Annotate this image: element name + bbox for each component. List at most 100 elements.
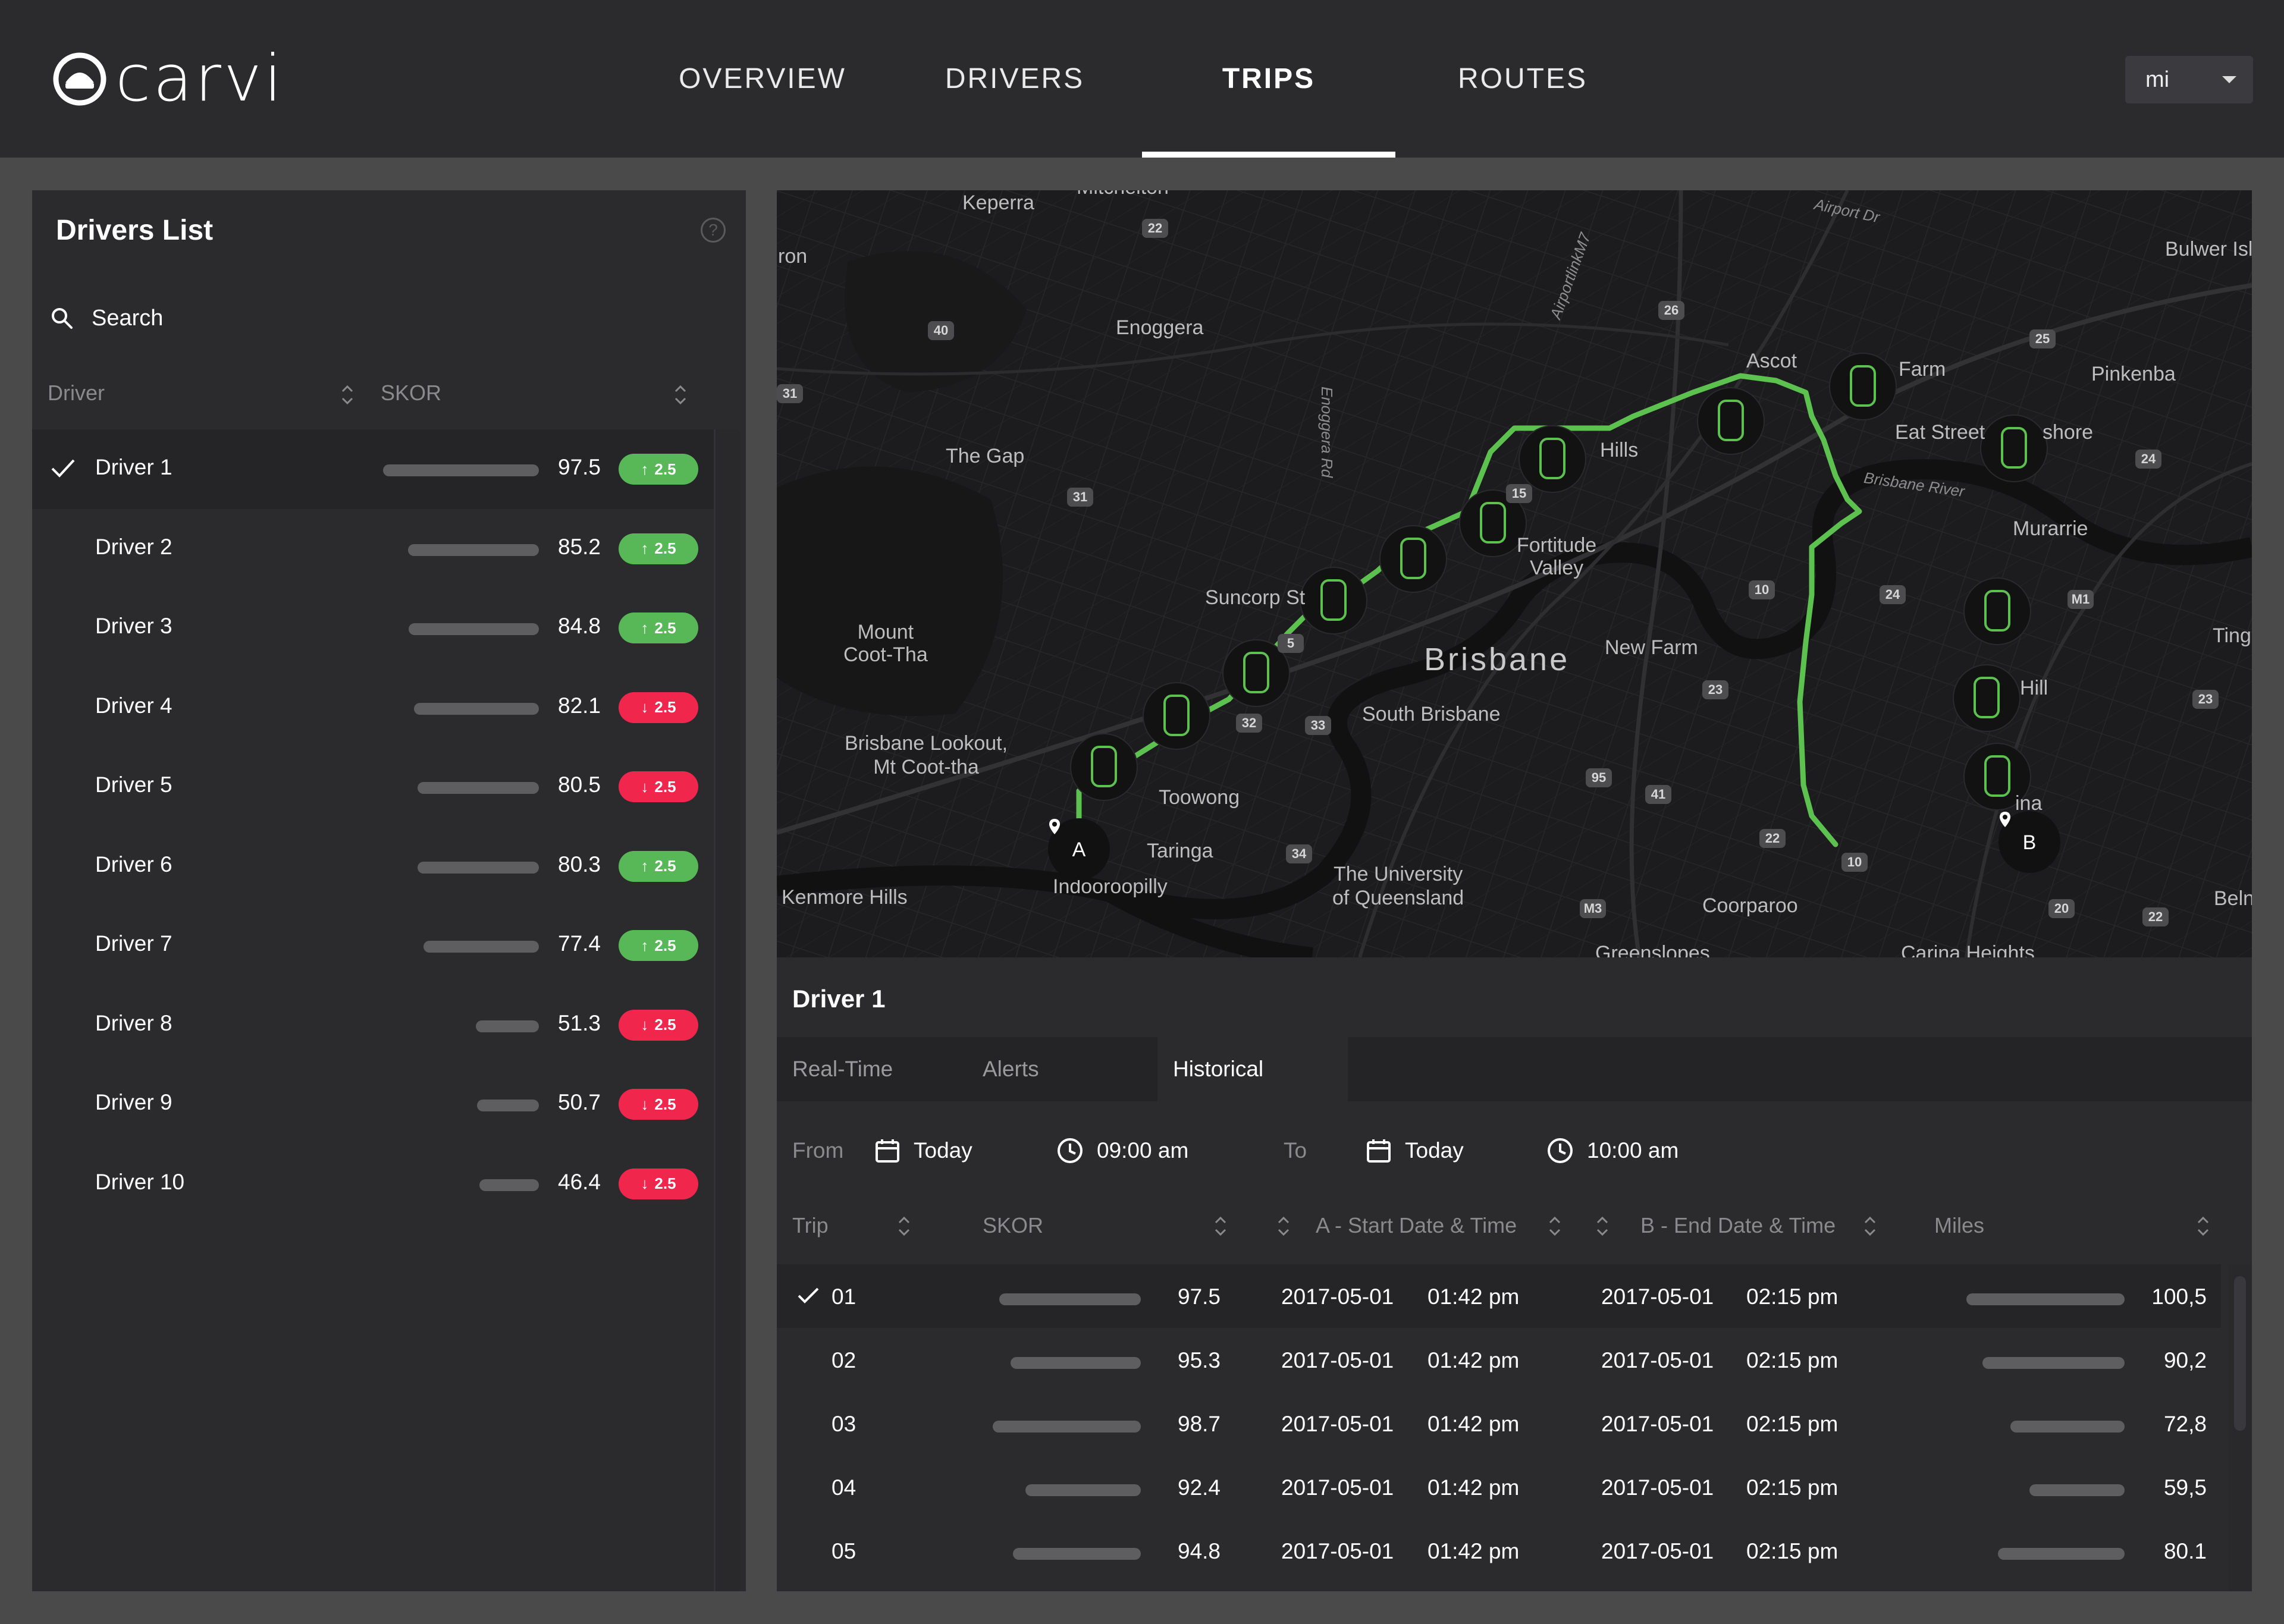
tab-historical[interactable]: Historical [1157,1037,1348,1101]
driver-row[interactable]: Driver 10 46.4 ↓ 2.5 [32,1144,714,1224]
map-label: Fortitude Valley [1517,534,1597,579]
trip-id: 05 [832,1539,857,1563]
chevron-down-icon [2222,76,2236,83]
driver-score: 84.8 [558,614,601,638]
column-header-skor[interactable]: SKOR [381,381,441,406]
driver-row[interactable]: Driver 5 80.5 ↓ 2.5 [32,747,714,827]
start-date: 2017-05-01 [1281,1539,1394,1563]
map-label: Brisbane Lookout, Mt Coot-tha [845,732,1008,778]
start-date: 2017-05-01 [1281,1348,1394,1372]
from-time-picker[interactable]: 09:00 am [1056,1130,1188,1171]
end-date: 2017-05-01 [1601,1539,1714,1563]
tab-real-time[interactable]: Real-Time [777,1037,967,1101]
route-shield: 26 [1658,301,1684,320]
sort-icon[interactable] [897,1213,911,1239]
map-label: Mount Coot-Tha [843,621,928,666]
column-header-miles[interactable]: Miles [1934,1213,1984,1238]
end-date: 2017-05-01 [1601,1412,1714,1436]
scrollbar[interactable] [2228,1264,2252,1591]
map-label: Bulwer Isl [2165,238,2252,260]
driver-name: Driver 4 [95,693,172,718]
selected-driver-title: Driver 1 [792,985,886,1013]
driver-row[interactable]: Driver 8 51.3 ↓ 2.5 [32,985,714,1065]
from-time-value: 09:00 am [1097,1138,1189,1163]
driver-row[interactable]: Driver 2 85.2 ↑ 2.5 [32,509,714,589]
score-bar [477,1100,539,1111]
sort-icon[interactable] [673,382,688,408]
clock-icon [1058,1138,1083,1163]
score-bar [409,623,539,635]
table-row[interactable]: 05 94.8 2017-05-01 01:42 pm 2017-05-01 02:15 … [777,1519,2221,1582]
trip-skor: 94.8 [1178,1539,1221,1563]
driver-score: 82.1 [558,693,601,718]
map[interactable]: Keperra Mitchelton ron Enoggera The Gap … [777,190,2252,957]
arrow-down-icon: ↓ [641,1174,649,1192]
sort-icon[interactable] [1595,1213,1610,1239]
arrow-down-icon: ↓ [641,777,649,796]
start-date: 2017-05-01 [1281,1284,1394,1309]
to-time-value: 10:00 am [1587,1138,1679,1163]
column-header-driver[interactable]: Driver [48,381,105,406]
from-date-picker[interactable]: Today [874,1130,972,1171]
map-label: Carina Heights [1901,942,2035,957]
sort-icon[interactable] [1863,1213,1877,1239]
driver-name: Driver 8 [95,1010,172,1035]
map-label: The University of Queensland [1332,863,1464,909]
driver-score: 80.5 [558,772,601,797]
scrollbar[interactable] [714,429,740,1591]
driver-row[interactable]: Driver 1 97.5 ↑ 2.5 [32,429,714,509]
score-bar [479,1179,539,1191]
trip-end-marker[interactable]: B [1999,811,2060,873]
end-time: 02:15 pm [1746,1284,1839,1309]
table-row[interactable]: 04 92.4 2017-05-01 01:42 pm 2017-05-01 02:15 … [777,1455,2221,1519]
search-field[interactable]: Search [50,297,163,339]
column-header-trip[interactable]: Trip [792,1213,829,1238]
brand-logo[interactable]: carvi [52,46,284,112]
nav-drivers-label: DRIVERS [945,63,1085,95]
scrollbar-thumb[interactable] [2234,1276,2246,1431]
driver-row[interactable]: Driver 9 50.7 ↓ 2.5 [32,1064,714,1144]
sort-icon[interactable] [1276,1213,1291,1239]
arrow-up-icon: ↑ [641,936,649,954]
column-header-skor[interactable]: SKOR [983,1213,1043,1238]
driver-score: 46.4 [558,1169,601,1194]
table-row[interactable]: 02 95.3 2017-05-01 01:42 pm 2017-05-01 02:15 … [777,1328,2221,1391]
nav-overview-label: OVERVIEW [679,63,846,95]
sort-icon[interactable] [340,382,354,408]
map-label: Keperra [962,191,1034,214]
top-bar: carvi OVERVIEW DRIVERS TRIPS ROUTES mi [0,0,2284,158]
badge-value: 2.5 [654,698,676,716]
column-header-end[interactable]: B - End Date & Time [1640,1213,1836,1238]
nav-routes[interactable]: ROUTES [1448,0,1598,158]
nav-trips-label: TRIPS [1222,63,1316,95]
nav-trips[interactable]: TRIPS [1142,0,1395,158]
tab-alerts[interactable]: Alerts [967,1037,1146,1101]
driver-row[interactable]: Driver 3 84.8 ↑ 2.5 [32,588,714,668]
trip-miles: 72,8 [2163,1412,2207,1436]
nav-overview[interactable]: OVERVIEW [673,0,852,158]
driver-name: Driver 3 [95,614,172,638]
help-icon[interactable]: ? [701,218,726,243]
route-shield: 24 [2135,450,2161,469]
skor-bar [1011,1357,1141,1369]
table-row[interactable]: 01 97.5 2017-05-01 01:42 pm 2017-05-01 02:15 … [777,1264,2221,1328]
nav-drivers[interactable]: DRIVERS [930,0,1099,158]
driver-row[interactable]: Driver 4 82.1 ↓ 2.5 [32,668,714,747]
map-label: Suncorp St [1205,586,1306,609]
to-time-picker[interactable]: 10:00 am [1546,1130,1679,1171]
map-label: shore [2043,421,2094,444]
badge-value: 2.5 [654,460,676,478]
to-date-picker[interactable]: Today [1366,1130,1464,1171]
route-shield: 31 [1067,488,1093,507]
unit-select[interactable]: mi [2125,56,2253,103]
driver-name: Driver 10 [95,1169,185,1194]
driver-row[interactable]: Driver 6 80.3 ↑ 2.5 [32,827,714,906]
trip-id: 01 [832,1284,857,1309]
trip-start-marker[interactable]: A [1048,818,1110,880]
sort-icon[interactable] [1548,1213,1562,1239]
sort-icon[interactable] [2196,1213,2210,1239]
driver-row[interactable]: Driver 7 77.4 ↑ 2.5 [32,906,714,985]
sort-icon[interactable] [1213,1213,1228,1239]
column-header-start[interactable]: A - Start Date & Time [1316,1213,1517,1238]
table-row[interactable]: 03 98.7 2017-05-01 01:42 pm 2017-05-01 02:15 … [777,1391,2221,1455]
